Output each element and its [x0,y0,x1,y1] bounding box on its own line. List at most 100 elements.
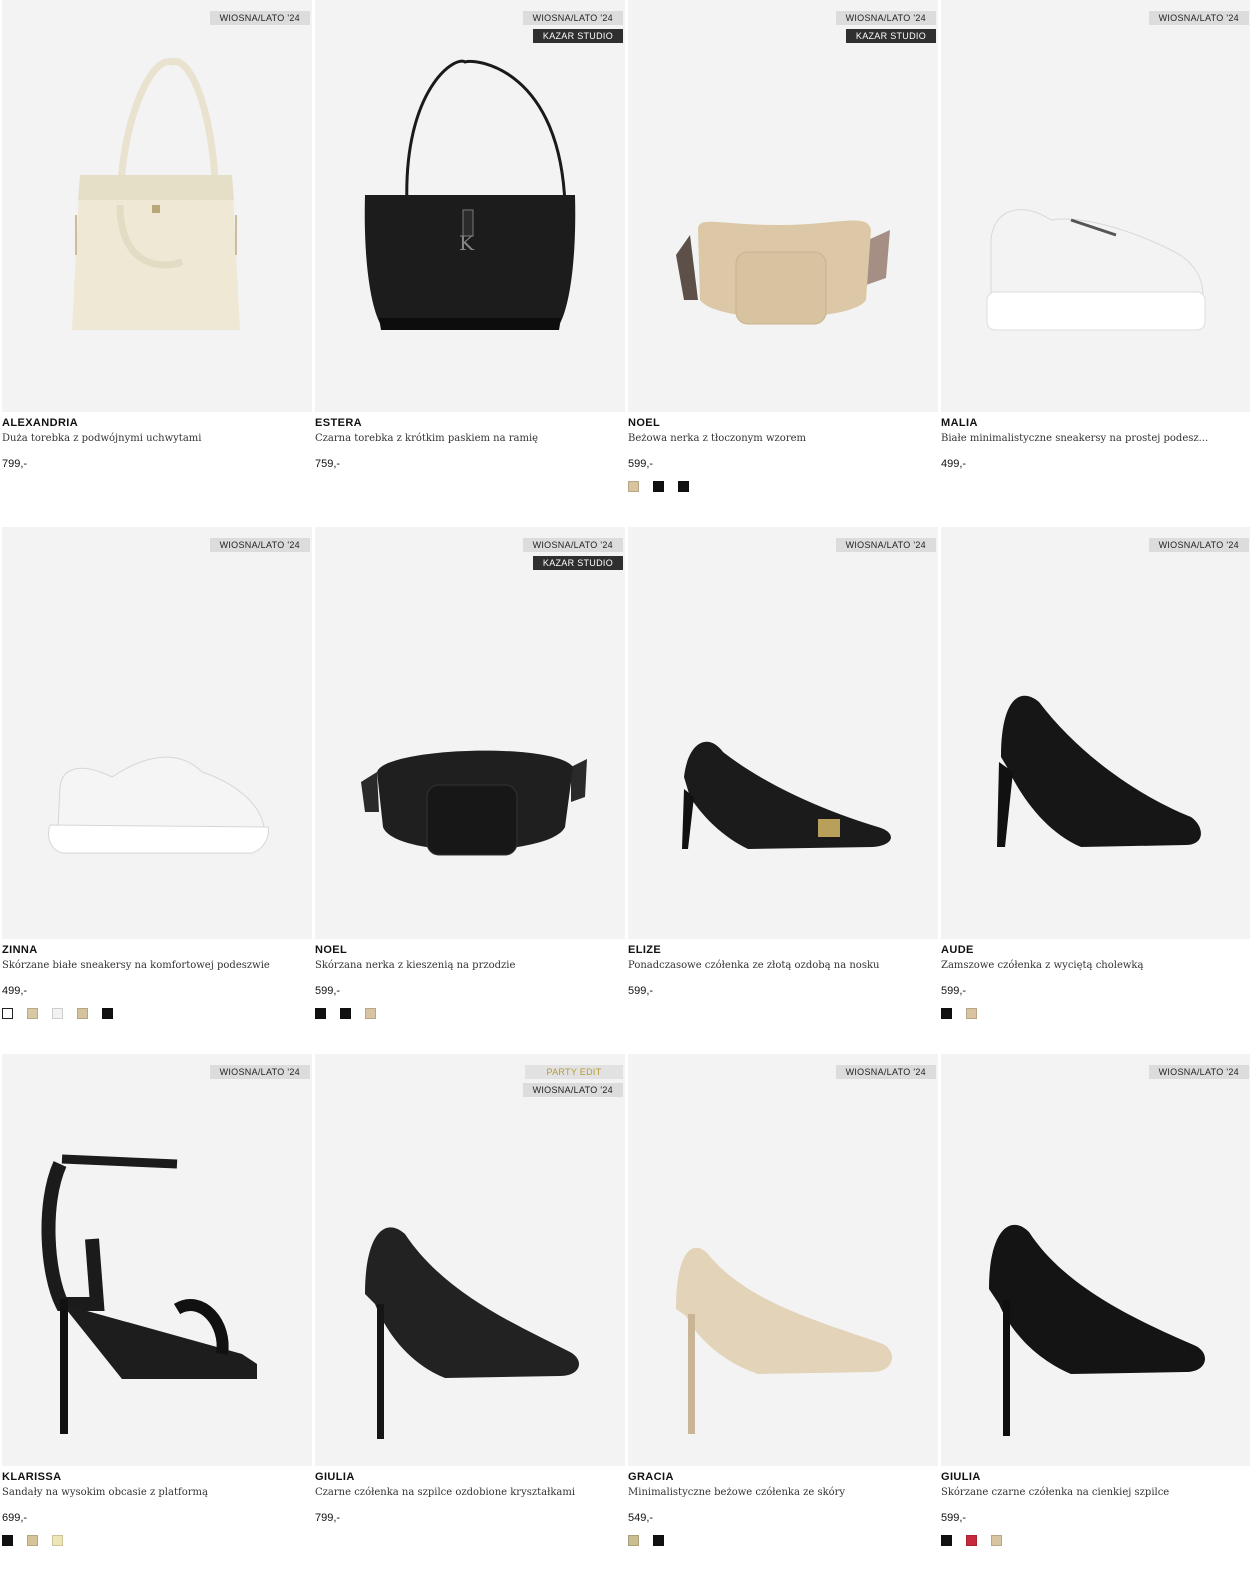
product-name[interactable]: MALIA [941,416,1250,430]
color-swatch[interactable] [941,1535,952,1546]
product-image[interactable]: WIOSNA/LATO '24 [2,1054,312,1466]
product-name[interactable]: ESTERA [315,416,625,430]
product-description[interactable]: Duża torebka z podwójnymi uchwytami [2,432,312,446]
product-description[interactable]: Skórzana nerka z kieszenią na przodzie [315,959,625,973]
product-card[interactable]: WIOSNA/LATO '24 ELIZE Ponadczasowe czółenk… [628,527,938,1054]
product-card[interactable]: WIOSNA/LATO '24 KAZAR STUDIO NOEL Beżowa ne… [628,0,938,527]
season-tag: WIOSNA/LATO '24 [1148,11,1249,25]
white-platform-sneaker-shape [986,291,1206,331]
black-leather-stiletto-shape [989,1224,1206,1374]
product-price: 549,- [628,1512,654,1524]
color-swatch[interactable] [340,1008,351,1019]
color-swatch[interactable] [966,1535,977,1546]
product-description[interactable]: Czarna torebka z krótkim paskiem na rami… [315,432,625,446]
product-description[interactable]: Skórzane czarne czółenka na cienkiej szp… [941,1486,1250,1500]
product-image[interactable]: WIOSNA/LATO '24 [628,527,938,939]
black-pump-gold-ornament-shape [818,819,840,837]
product-card[interactable]: K WIOSNA/LATO '24 KAZAR STUDIO ESTERA Czarn… [315,0,625,527]
product-description[interactable]: Beżowa nerka z tłoczonym wzorem [628,432,938,446]
product-tags: WIOSNA/LATO '24 [1148,11,1249,25]
product-image[interactable]: PARTY EDIT WIOSNA/LATO '24 [315,1054,625,1466]
season-tag: WIOSNA/LATO '24 [835,538,936,552]
product-price: 499,- [941,458,967,470]
product-name[interactable]: GIULIA [941,1470,1250,1484]
product-price: 759,- [315,458,341,470]
product-image[interactable]: K WIOSNA/LATO '24 KAZAR STUDIO [315,0,625,412]
product-image[interactable]: WIOSNA/LATO '24 KAZAR STUDIO [315,527,625,939]
product-card[interactable]: WIOSNA/LATO '24 ALEXANDRIA Duża torebka z … [2,0,312,527]
product-image[interactable]: WIOSNA/LATO '24 [2,527,312,939]
product-name[interactable]: ELIZE [628,943,938,957]
product-image[interactable]: WIOSNA/LATO '24 KAZAR STUDIO [628,0,938,412]
white-runner-sneaker-shape [48,824,269,854]
cream-tote-bag-shape [78,175,234,200]
product-price: 599,- [315,985,341,997]
product-image[interactable]: WIOSNA/LATO '24 [941,527,1250,939]
product-name[interactable]: NOEL [628,416,938,430]
white-platform-sneaker-shape [990,209,1204,296]
product-info: ALEXANDRIA Duża torebka z podwójnymi uchw… [2,416,312,471]
product-info: GRACIA Minimalistyczne beżowe czółenka ze… [628,1470,938,1546]
product-description[interactable]: Zamszowe czółenka z wyciętą cholewką [941,959,1250,973]
black-belt-bag-shape [426,784,518,856]
product-description[interactable]: Sandały na wysokim obcasie z platformą [2,1486,312,1500]
product-card[interactable]: WIOSNA/LATO '24 MALIA Białe minimalistyczn… [941,0,1250,527]
product-tags: WIOSNA/LATO '24 [209,11,310,25]
product-image[interactable]: WIOSNA/LATO '24 [628,1054,938,1466]
cream-tote-bag-shape [152,205,160,213]
color-swatch[interactable] [52,1535,63,1546]
color-swatch[interactable] [653,1535,664,1546]
product-name[interactable]: ALEXANDRIA [2,416,312,430]
product-card[interactable]: WIOSNA/LATO '24 ZINNA Skórzane białe sneak… [2,527,312,1054]
product-card[interactable]: WIOSNA/LATO '24 GRACIA Minimalistyczne beż… [628,1054,938,1581]
product-description[interactable]: Skórzane białe sneakersy na komfortowej … [2,959,312,973]
product-name[interactable]: NOEL [315,943,625,957]
season-tag: WIOSNA/LATO '24 [1148,538,1249,552]
product-price: 599,- [628,458,654,470]
season-tag: WIOSNA/LATO '24 [835,11,936,25]
product-name[interactable]: ZINNA [2,943,312,957]
color-swatch[interactable] [678,481,689,492]
product-info: NOEL Skórzana nerka z kieszenią na przodz… [315,943,625,1019]
color-swatch[interactable] [52,1008,63,1019]
product-description[interactable]: Ponadczasowe czółenka ze złotą ozdobą na… [628,959,938,973]
product-tags: WIOSNA/LATO '24 [835,1065,936,1079]
product-card[interactable]: WIOSNA/LATO '24 GIULIA Skórzane czarne czó… [941,1054,1250,1581]
product-description[interactable]: Minimalistyczne beżowe czółenka ze skóry [628,1486,938,1500]
color-swatch[interactable] [77,1008,88,1019]
product-name[interactable]: GRACIA [628,1470,938,1484]
color-swatches [628,481,938,492]
product-tags: WIOSNA/LATO '24 [835,538,936,552]
product-name[interactable]: GIULIA [315,1470,625,1484]
color-swatch[interactable] [2,1535,13,1546]
color-swatch[interactable] [991,1535,1002,1546]
color-swatch[interactable] [27,1008,38,1019]
product-card[interactable]: PARTY EDIT WIOSNA/LATO '24 GIULIA Czarne cz… [315,1054,625,1581]
product-name[interactable]: AUDE [941,943,1250,957]
color-swatch[interactable] [365,1008,376,1019]
color-swatch[interactable] [315,1008,326,1019]
color-swatch[interactable] [941,1008,952,1019]
product-card[interactable]: WIOSNA/LATO '24 AUDE Zamszowe czółenka z w… [941,527,1250,1054]
product-image[interactable]: WIOSNA/LATO '24 [941,0,1250,412]
product-card[interactable]: WIOSNA/LATO '24 KLARISSA Sandały na wysoki… [2,1054,312,1581]
season-tag: WIOSNA/LATO '24 [209,1065,310,1079]
white-runner-sneaker-shape [57,756,265,828]
color-swatch[interactable] [628,481,639,492]
color-swatch[interactable] [966,1008,977,1019]
color-swatch[interactable] [27,1535,38,1546]
product-tags: WIOSNA/LATO '24 [1148,1065,1249,1079]
color-swatch[interactable] [653,481,664,492]
product-description[interactable]: Białe minimalistyczne sneakersy na prost… [941,432,1250,446]
color-swatch[interactable] [2,1008,13,1019]
product-card[interactable]: WIOSNA/LATO '24 KAZAR STUDIO NOEL Skórzana … [315,527,625,1054]
color-swatches [2,1535,312,1546]
color-swatch[interactable] [102,1008,113,1019]
color-swatch[interactable] [628,1535,639,1546]
product-name[interactable]: KLARISSA [2,1470,312,1484]
color-swatches [315,1008,625,1019]
beige-belt-bag-shape [735,251,827,325]
product-description[interactable]: Czarne czółenka na szpilce ozdobione kry… [315,1486,625,1500]
product-image[interactable]: WIOSNA/LATO '24 [941,1054,1250,1466]
product-image[interactable]: WIOSNA/LATO '24 [2,0,312,412]
